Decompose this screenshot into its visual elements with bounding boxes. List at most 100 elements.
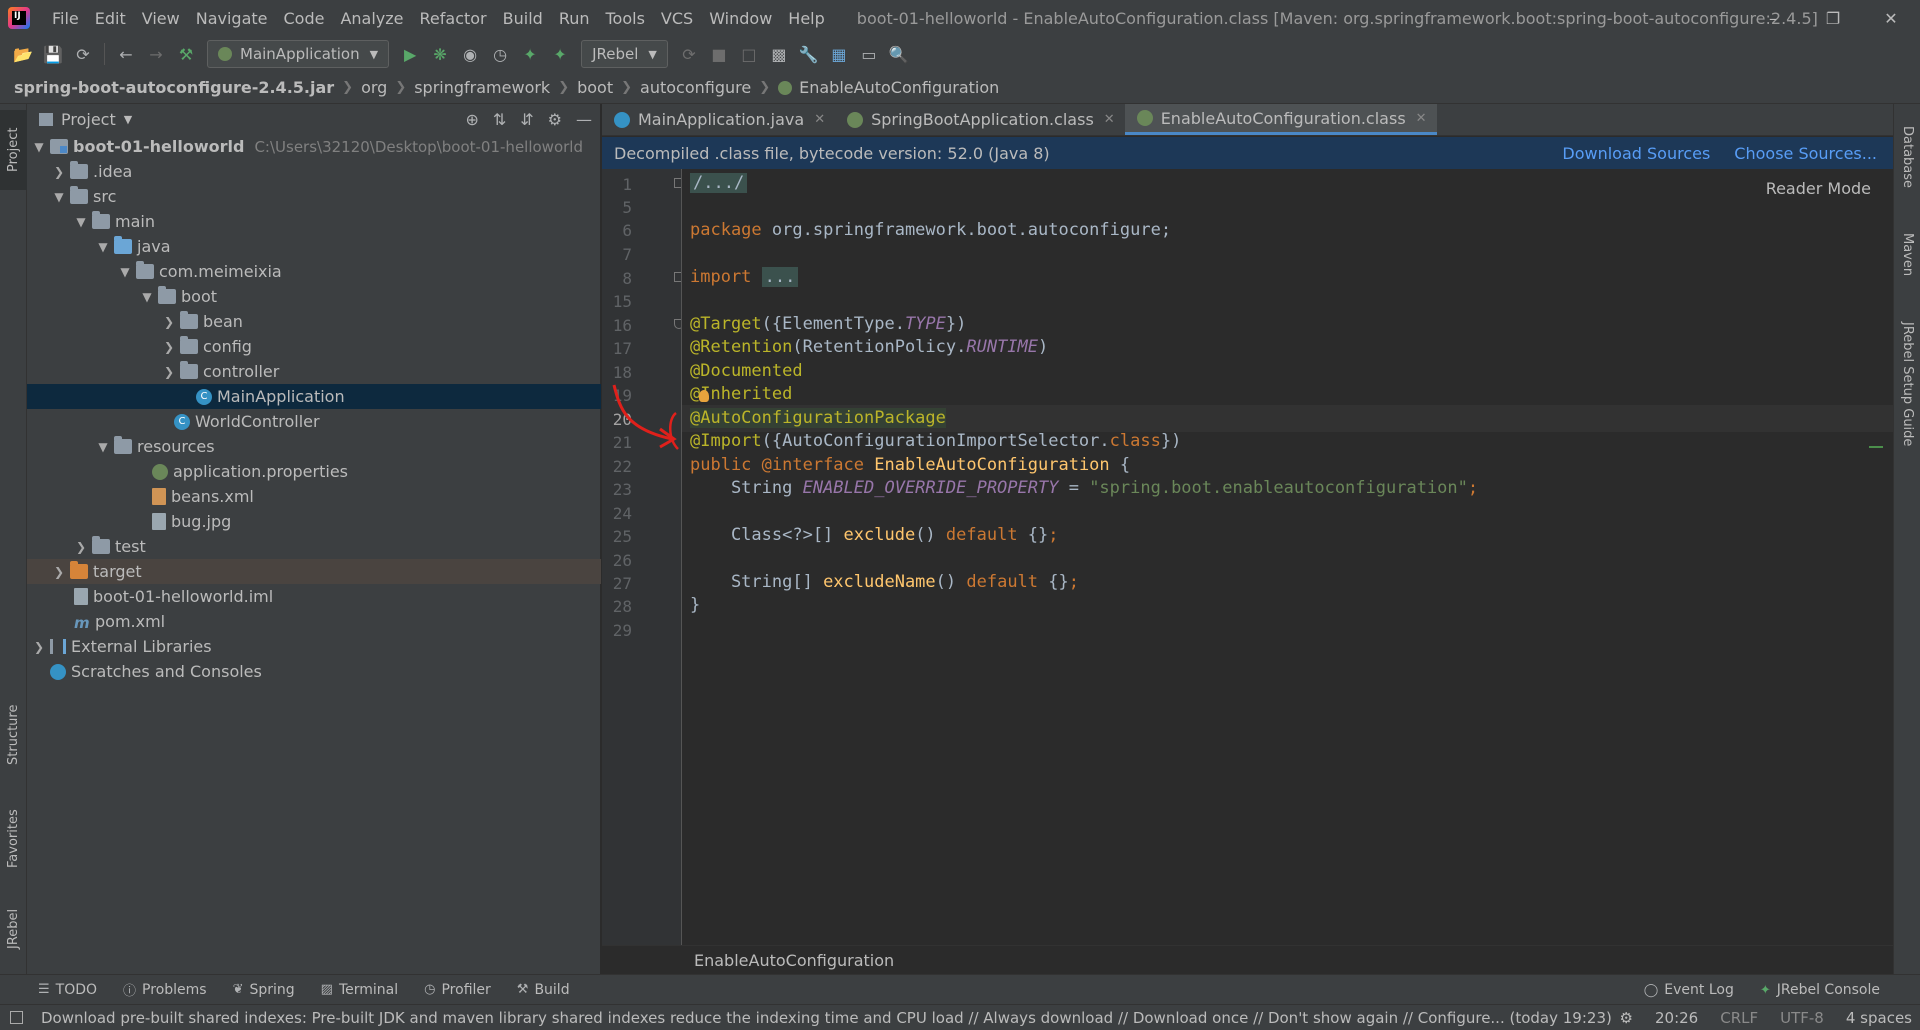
- menu-help[interactable]: Help: [780, 9, 832, 28]
- tree-item-package[interactable]: ▼ com.meimeixia: [27, 259, 601, 284]
- tool-tab-project[interactable]: Project: [0, 110, 27, 190]
- close-icon[interactable]: ✕: [1416, 111, 1427, 126]
- menu-code[interactable]: Code: [276, 9, 333, 28]
- chevron-right-icon[interactable]: ❯: [161, 365, 177, 379]
- tool-tab-maven[interactable]: Maven: [1894, 220, 1920, 290]
- tree-item-mainapplication[interactable]: C MainApplication: [27, 384, 601, 409]
- tab-springbootapplication-class[interactable]: SpringBootApplication.class ✕: [835, 104, 1125, 135]
- restore-button[interactable]: ❐: [1810, 0, 1856, 36]
- choose-sources-link[interactable]: Choose Sources...: [1734, 144, 1877, 163]
- presentation-icon[interactable]: ▭: [854, 40, 884, 68]
- breadcrumb-springframework[interactable]: springframework: [414, 78, 550, 97]
- breadcrumb-autoconfigure[interactable]: autoconfigure: [640, 78, 751, 97]
- chevron-right-icon[interactable]: ❯: [73, 540, 89, 554]
- forward-arrow-icon[interactable]: →: [141, 40, 171, 68]
- caret-position[interactable]: 20:26: [1655, 1009, 1698, 1027]
- tree-item-worldcontroller[interactable]: C WorldController: [27, 409, 601, 434]
- tree-item-beans-xml[interactable]: beans.xml: [27, 484, 601, 509]
- build-hammer-icon[interactable]: ⚒: [171, 40, 201, 68]
- run-configuration-select[interactable]: MainApplication ▼: [207, 40, 390, 68]
- structure-breadcrumb-item[interactable]: EnableAutoConfiguration: [694, 951, 894, 970]
- chevron-right-icon[interactable]: ❯: [51, 165, 67, 179]
- close-icon[interactable]: ✕: [1104, 112, 1115, 127]
- tree-item-root[interactable]: ▼ boot-01-helloworld C:\Users\32120\Desk…: [27, 134, 601, 159]
- chevron-down-icon[interactable]: ▼: [31, 140, 47, 154]
- tool-problems[interactable]: ⓘ Problems: [123, 980, 207, 1000]
- chevron-down-icon[interactable]: ▼: [51, 190, 67, 204]
- chevron-right-icon[interactable]: ❯: [161, 315, 177, 329]
- settings-wrench-icon[interactable]: 🔧: [794, 40, 824, 68]
- menu-run[interactable]: Run: [551, 9, 598, 28]
- indent-setting[interactable]: 4 spaces: [1846, 1009, 1912, 1027]
- menu-tools[interactable]: Tools: [598, 9, 653, 28]
- hide-panel-icon[interactable]: —: [576, 110, 592, 129]
- menu-window[interactable]: Window: [701, 9, 780, 28]
- chevron-down-icon[interactable]: ▼: [95, 440, 111, 454]
- tree-item-boot[interactable]: ▼ boot: [27, 284, 601, 309]
- chevron-down-icon[interactable]: ▼: [95, 240, 111, 254]
- status-message[interactable]: Download pre-built shared indexes: Pre-b…: [41, 1009, 1612, 1027]
- profile-icon[interactable]: ◷: [485, 40, 515, 68]
- file-encoding[interactable]: UTF-8: [1780, 1009, 1824, 1027]
- tool-terminal[interactable]: ▨ Terminal: [321, 982, 398, 998]
- locate-target-icon[interactable]: ⊕: [465, 110, 478, 129]
- sync-icon[interactable]: ⟳: [68, 40, 98, 68]
- code-editor[interactable]: Reader Mode /.../ package org.springfram…: [612, 169, 1893, 945]
- sdk-manager-icon[interactable]: ▩: [764, 40, 794, 68]
- close-window-button[interactable]: ✕: [1868, 0, 1914, 36]
- back-arrow-icon[interactable]: ←: [111, 40, 141, 68]
- intellij-logo-icon[interactable]: IJ: [8, 7, 30, 29]
- background-tasks-icon[interactable]: ⚙: [1620, 1009, 1633, 1027]
- collapse-all-icon[interactable]: ⇵: [520, 110, 533, 129]
- menu-file[interactable]: File: [44, 9, 87, 28]
- tree-item-pom[interactable]: m pom.xml: [27, 609, 601, 634]
- save-all-icon[interactable]: 💾: [38, 40, 68, 68]
- reader-mode-button[interactable]: Reader Mode: [1766, 179, 1871, 198]
- chevron-down-icon[interactable]: ▼: [139, 290, 155, 304]
- project-view-select[interactable]: Project: [61, 110, 116, 129]
- menu-edit[interactable]: Edit: [87, 9, 134, 28]
- breadcrumb-class[interactable]: EnableAutoConfiguration: [799, 78, 999, 97]
- chevron-right-icon[interactable]: ❯: [31, 640, 47, 654]
- minimize-button[interactable]: –: [1750, 0, 1796, 36]
- tool-spring[interactable]: ❦ Spring: [233, 982, 295, 998]
- tree-item-config[interactable]: ❯ config: [27, 334, 601, 359]
- tree-item-java[interactable]: ▼ java: [27, 234, 601, 259]
- menu-view[interactable]: View: [134, 9, 188, 28]
- device-icon[interactable]: □: [734, 40, 764, 68]
- tree-item-target[interactable]: ❯ target: [27, 559, 601, 584]
- tree-item-bean[interactable]: ❯ bean: [27, 309, 601, 334]
- tree-item-main[interactable]: ▼ main: [27, 209, 601, 234]
- chevron-down-icon[interactable]: ▼: [124, 113, 132, 126]
- gear-icon[interactable]: ⚙: [548, 110, 562, 129]
- menu-vcs[interactable]: VCS: [653, 9, 701, 28]
- tree-item-controller[interactable]: ❯ controller: [27, 359, 601, 384]
- breadcrumb-org[interactable]: org: [361, 78, 387, 97]
- debug-bug-icon[interactable]: ❋: [425, 40, 455, 68]
- tree-item-src[interactable]: ▼ src: [27, 184, 601, 209]
- close-icon[interactable]: ✕: [814, 112, 825, 127]
- tree-item-scratches[interactable]: Scratches and Consoles: [27, 659, 601, 684]
- tool-tab-jrebel[interactable]: JRebel: [0, 894, 27, 964]
- menu-analyze[interactable]: Analyze: [332, 9, 411, 28]
- tool-profiler[interactable]: ◷ Profiler: [424, 982, 491, 998]
- toggle-tool-windows-icon[interactable]: [10, 1011, 23, 1024]
- tree-item-iml[interactable]: boot-01-helloworld.iml: [27, 584, 601, 609]
- open-folder-icon[interactable]: 📂: [8, 40, 38, 68]
- run-icon[interactable]: ▶: [395, 40, 425, 68]
- tab-enableautoconfiguration-class[interactable]: EnableAutoConfiguration.class ✕: [1124, 104, 1437, 135]
- coverage-icon[interactable]: ◉: [455, 40, 485, 68]
- expand-all-icon[interactable]: ⇅: [493, 110, 506, 129]
- tree-item-bug-jpg[interactable]: bug.jpg: [27, 509, 601, 534]
- tool-tab-favorites[interactable]: Favorites: [0, 794, 27, 884]
- tree-item-test[interactable]: ❯ test: [27, 534, 601, 559]
- tool-event-log[interactable]: ◯ Event Log: [1644, 982, 1734, 998]
- tab-mainapplication-java[interactable]: MainApplication.java ✕: [602, 104, 835, 135]
- menu-build[interactable]: Build: [495, 9, 551, 28]
- jrebel-run-icon[interactable]: ✦: [515, 40, 545, 68]
- menu-navigate[interactable]: Navigate: [188, 9, 276, 28]
- tree-item-idea[interactable]: ❯ .idea: [27, 159, 601, 184]
- chevron-right-icon[interactable]: ❯: [161, 340, 177, 354]
- stop-icon[interactable]: ■: [704, 40, 734, 68]
- search-icon[interactable]: 🔍: [884, 40, 914, 68]
